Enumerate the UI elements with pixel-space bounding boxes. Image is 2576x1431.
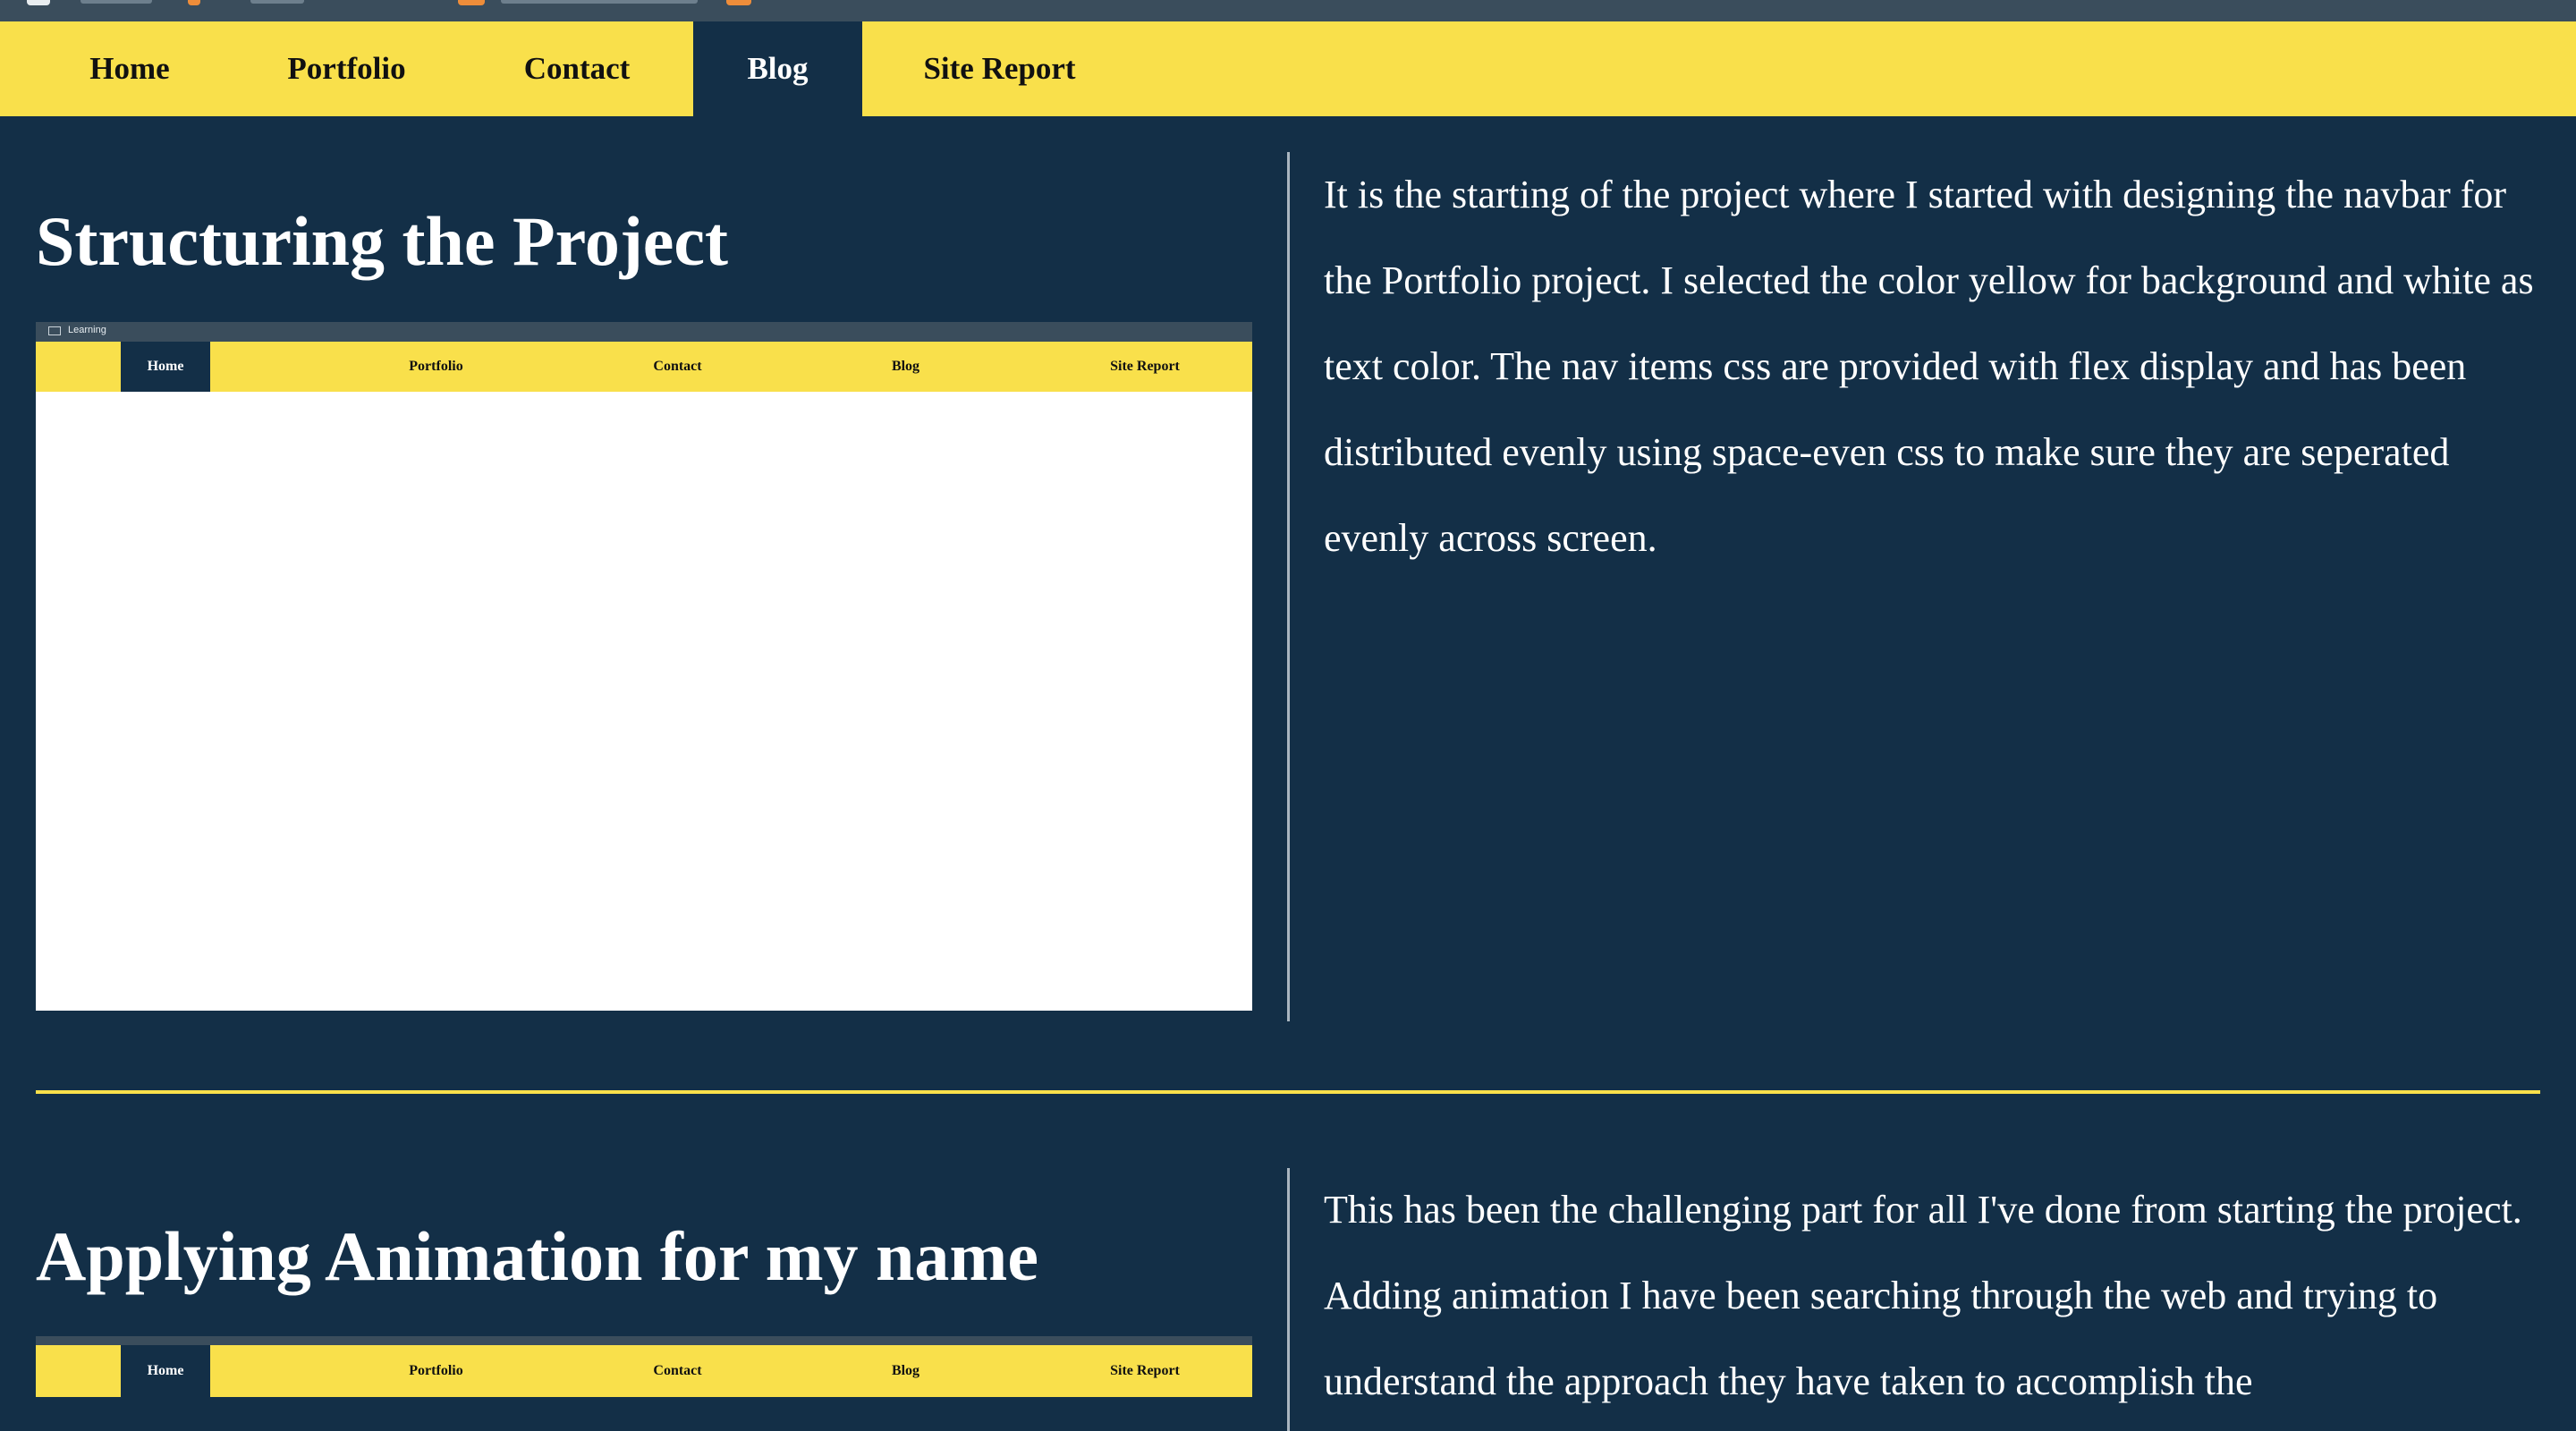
screenshot-nav-portfolio: Portfolio xyxy=(409,1363,463,1378)
screenshot-nav-portfolio: Portfolio xyxy=(409,359,463,374)
folder-icon xyxy=(48,326,61,335)
bookmark-icon[interactable] xyxy=(188,0,200,5)
screenshot-browser-bar xyxy=(36,1336,1252,1345)
bookmark-icon[interactable] xyxy=(458,0,485,5)
post-text: This has been the challenging part for a… xyxy=(1324,1188,2522,1403)
nav-item-contact[interactable]: Contact xyxy=(479,21,675,116)
vertical-divider xyxy=(1287,1168,1290,1431)
screenshot-nav-site-report: Site Report xyxy=(1110,359,1180,374)
nav-item-site-report[interactable]: Site Report xyxy=(877,21,1123,116)
screenshot-browser-bar: Learning xyxy=(36,322,1252,342)
post-title: Applying Animation for my name xyxy=(36,1217,1039,1295)
screenshot-tab-label: Learning xyxy=(68,325,106,335)
bookmark-icon[interactable] xyxy=(27,0,50,5)
screenshot-navbar: Home Portfolio Contact Blog Site Report xyxy=(36,342,1252,392)
screenshot-nav-blog: Blog xyxy=(891,359,920,374)
nav-item-home[interactable]: Home xyxy=(36,21,224,116)
screenshot-nav-site-report: Site Report xyxy=(1110,1363,1180,1378)
browser-bookmarks-bar xyxy=(0,0,2576,21)
post-screenshot: Home Portfolio Contact Blog Site Report xyxy=(36,1336,1252,1431)
screenshot-nav-contact: Contact xyxy=(653,1363,702,1378)
screenshot-navbar: Home Portfolio Contact Blog Site Report xyxy=(36,1345,1252,1397)
bookmark-item[interactable] xyxy=(80,0,152,4)
bookmark-icon[interactable] xyxy=(726,0,751,5)
bookmark-item[interactable] xyxy=(250,0,304,4)
post-screenshot: Learning Home Portfolio Contact Blog Sit… xyxy=(36,322,1252,1011)
nav-item-blog[interactable]: Blog xyxy=(693,21,862,116)
post-title: Structuring the Project xyxy=(36,202,729,280)
screenshot-nav-contact: Contact xyxy=(653,359,702,374)
post-text: It is the starting of the project where … xyxy=(1324,173,2534,560)
bookmark-item[interactable] xyxy=(501,0,698,4)
screenshot-nav-home: Home xyxy=(121,1345,210,1397)
screenshot-nav-home: Home xyxy=(121,342,210,392)
screenshot-nav-blog: Blog xyxy=(891,1363,920,1378)
vertical-divider xyxy=(1287,152,1290,1021)
main-navbar: Home Portfolio Contact Blog Site Report xyxy=(0,21,2576,116)
nav-item-portfolio[interactable]: Portfolio xyxy=(242,21,452,116)
post-separator xyxy=(36,1090,2540,1094)
